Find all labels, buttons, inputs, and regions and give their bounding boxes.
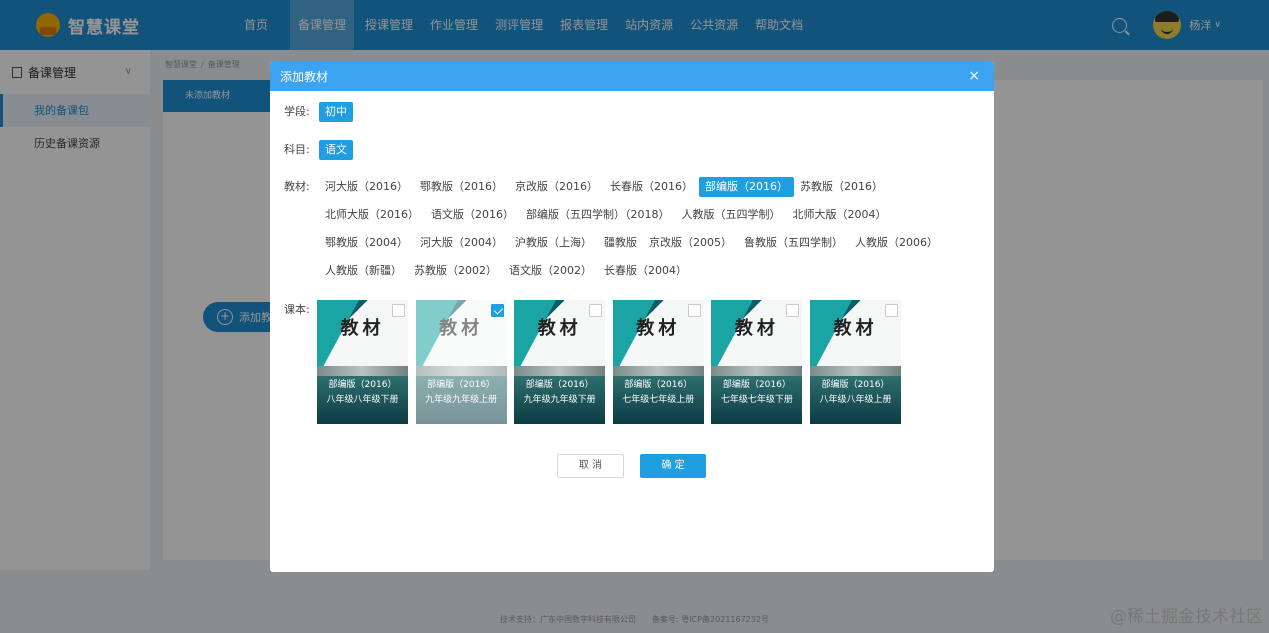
books-row: 课本: 教材 部编版（2016） 八年级八年级下册 教材 部编版（2016） 九… bbox=[284, 300, 909, 424]
book-edition: 部编版（2016） bbox=[821, 380, 890, 390]
book-checkbox[interactable] bbox=[687, 304, 701, 317]
textbook-options: 河大版（2016） 鄂教版（2016） 京改版（2016） 长春版（2016） … bbox=[319, 173, 979, 285]
textbook-option[interactable]: 河大版（2004） bbox=[414, 233, 509, 253]
textbook-option[interactable]: 苏教版（2002） bbox=[408, 261, 503, 281]
book-card[interactable]: 教材 部编版（2016） 七年级七年级上册 bbox=[612, 300, 704, 424]
textbook-option[interactable]: 京改版（2016） bbox=[509, 177, 604, 197]
textbook-option[interactable]: 语文版（2016） bbox=[425, 205, 520, 225]
book-checkbox[interactable] bbox=[786, 304, 800, 317]
textbook-option[interactable]: 鄂教版（2016） bbox=[414, 177, 509, 197]
subject-label: 科目: bbox=[284, 143, 310, 156]
book-checkbox[interactable] bbox=[884, 304, 898, 317]
book-cover-title: 教材 bbox=[537, 318, 582, 339]
book-cover-title: 教材 bbox=[734, 318, 779, 339]
book-edition: 部编版（2016） bbox=[722, 380, 791, 390]
textbook-option[interactable]: 京改版（2005） bbox=[643, 233, 738, 253]
textbook-option[interactable]: 人教版（2006） bbox=[849, 233, 944, 253]
book-card[interactable]: 教材 部编版（2016） 八年级八年级下册 bbox=[317, 300, 408, 424]
subject-option[interactable]: 语文 bbox=[319, 140, 353, 160]
checkmark-icon[interactable] bbox=[490, 304, 504, 317]
cancel-button[interactable]: 取 消 bbox=[557, 454, 624, 478]
textbook-option[interactable]: 苏教版（2016） bbox=[794, 177, 889, 197]
textbook-option[interactable]: 人教版（五四学制） bbox=[676, 205, 787, 225]
books-label: 课本: bbox=[284, 303, 310, 316]
book-volume: 八年级八年级下册 bbox=[326, 395, 399, 405]
modal-title: 添加教材 bbox=[280, 70, 329, 84]
textbook-option-selected[interactable]: 部编版（2016） bbox=[699, 177, 794, 197]
modal-header: 添加教材 × bbox=[270, 62, 994, 91]
book-edition: 部编版（2016） bbox=[624, 380, 693, 390]
textbook-row: 教材: 河大版（2016） 鄂教版（2016） 京改版（2016） 长春版（20… bbox=[284, 173, 979, 285]
book-volume: 八年级八年级上册 bbox=[819, 395, 892, 405]
book-card-selected[interactable]: 教材 部编版（2016） 九年级九年级上册 bbox=[415, 300, 507, 424]
close-icon[interactable]: × bbox=[968, 68, 980, 84]
textbook-option[interactable]: 北师大版（2016） bbox=[319, 205, 425, 225]
book-card[interactable]: 教材 部编版（2016） 八年级八年级上册 bbox=[809, 300, 901, 424]
confirm-button[interactable]: 确 定 bbox=[640, 454, 706, 478]
book-volume: 七年级七年级下册 bbox=[720, 395, 793, 405]
book-edition: 部编版（2016） bbox=[328, 380, 397, 390]
textbook-option[interactable]: 沪教版（上海） bbox=[509, 233, 598, 253]
textbook-option[interactable]: 人教版（新疆） bbox=[319, 261, 408, 281]
book-cover-title: 教材 bbox=[340, 318, 385, 339]
stage-label: 学段: bbox=[284, 105, 310, 118]
book-cover-title: 教材 bbox=[833, 318, 878, 339]
book-cover-title: 教材 bbox=[636, 318, 681, 339]
book-edition: 部编版（2016） bbox=[525, 380, 594, 390]
textbook-option[interactable]: 鲁教版（五四学制） bbox=[738, 233, 849, 253]
textbook-option[interactable]: 鄂教版（2004） bbox=[319, 233, 414, 253]
add-textbook-modal: 添加教材 × 学段: 初中 科目: 语文 教材: 河大版（2016） 鄂教版（2… bbox=[270, 62, 994, 572]
book-checkbox[interactable] bbox=[392, 304, 405, 317]
book-checkbox[interactable] bbox=[589, 304, 603, 317]
textbook-option[interactable]: 长春版（2016） bbox=[604, 177, 699, 197]
book-list: 教材 部编版（2016） 八年级八年级下册 教材 部编版（2016） 九年级九年… bbox=[317, 300, 909, 424]
textbook-option[interactable]: 北师大版（2004） bbox=[787, 205, 893, 225]
textbook-option[interactable]: 语文版（2002） bbox=[503, 261, 598, 281]
textbook-option[interactable]: 长春版（2004） bbox=[598, 261, 693, 281]
stage-option[interactable]: 初中 bbox=[319, 102, 353, 122]
book-card[interactable]: 教材 部编版（2016） 七年级七年级下册 bbox=[711, 300, 803, 424]
book-card[interactable]: 教材 部编版（2016） 九年级九年级下册 bbox=[514, 300, 606, 424]
book-volume: 九年级九年级下册 bbox=[523, 395, 596, 405]
book-volume: 七年级七年级上册 bbox=[622, 395, 695, 405]
textbook-label: 教材: bbox=[284, 180, 310, 193]
subject-row: 科目: 语文 bbox=[284, 140, 353, 160]
textbook-option[interactable]: 部编版（五四学制）（2018） bbox=[520, 205, 676, 225]
stage-row: 学段: 初中 bbox=[284, 102, 353, 122]
textbook-option[interactable]: 河大版（2016） bbox=[319, 177, 414, 197]
textbook-option[interactable]: 疆教版 bbox=[598, 233, 643, 253]
